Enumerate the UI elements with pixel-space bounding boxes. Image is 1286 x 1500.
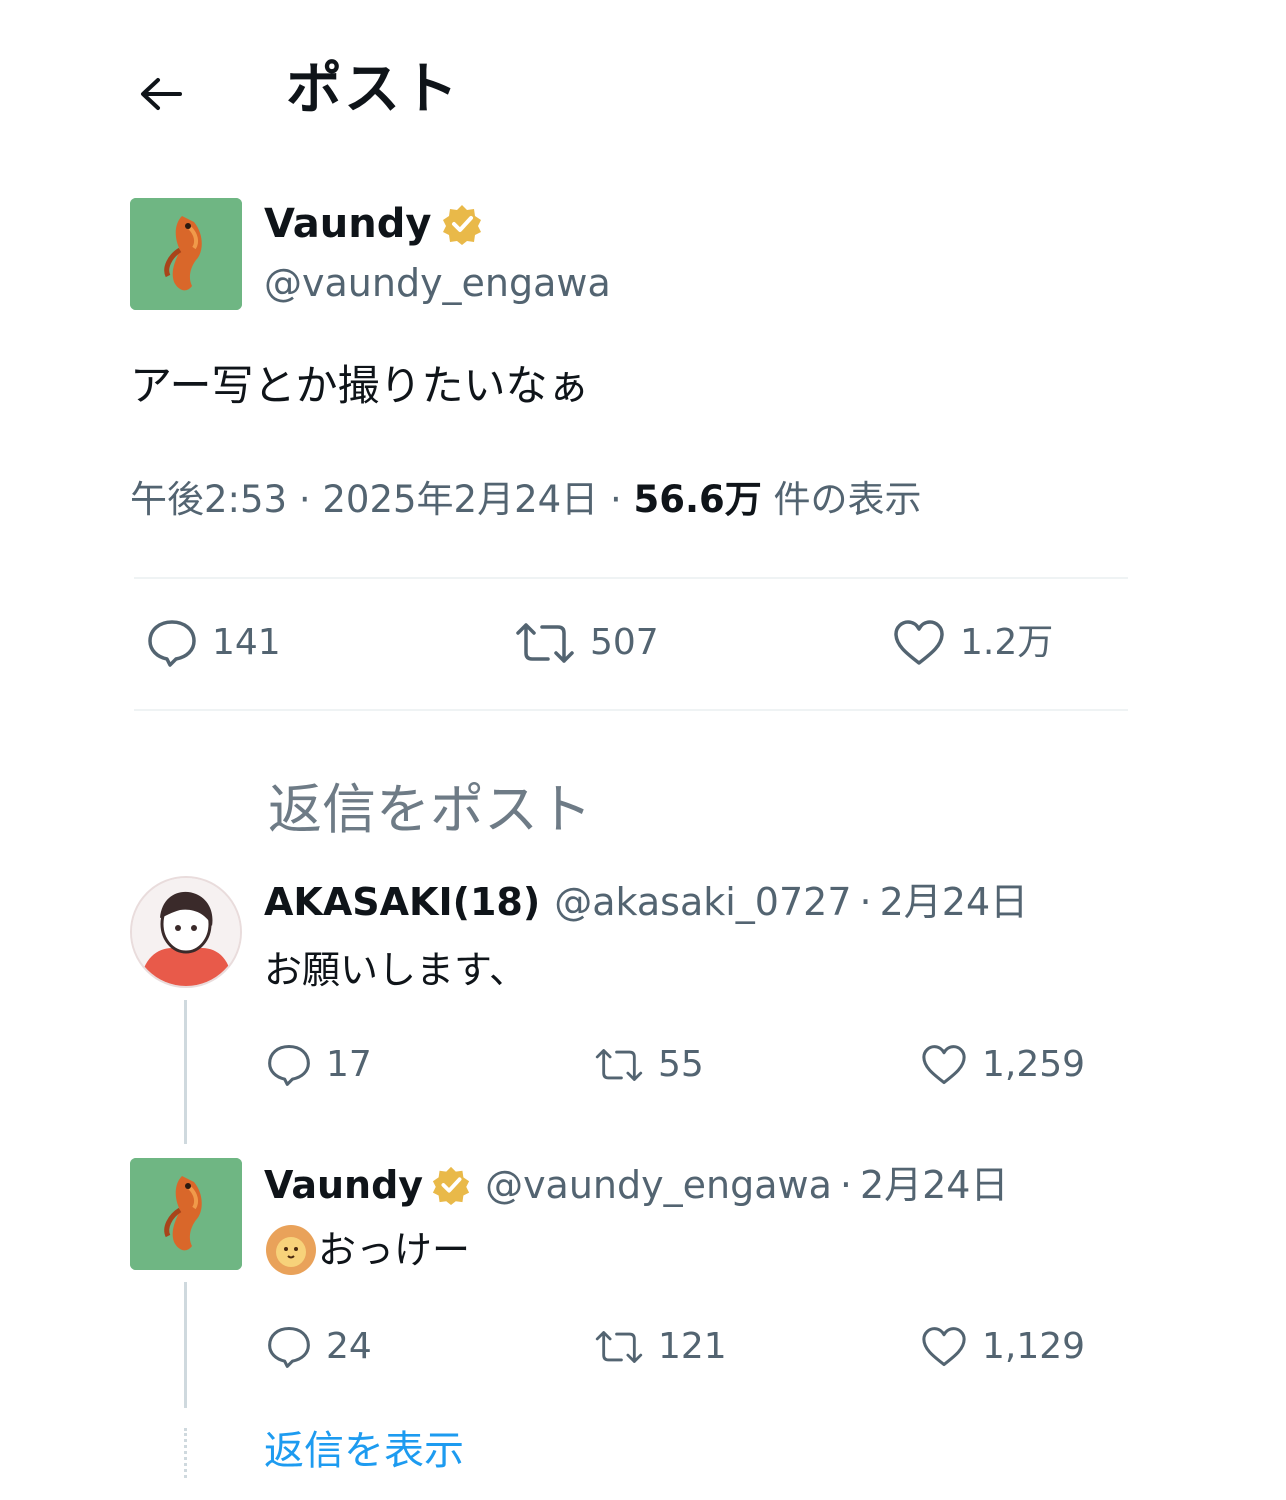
- repost-icon: [595, 1331, 643, 1363]
- divider: [134, 577, 1128, 579]
- repost-button[interactable]: 121: [594, 1322, 727, 1372]
- thread-dots: [184, 1428, 187, 1478]
- reply-avatar[interactable]: [130, 876, 242, 988]
- heart-icon: [922, 1045, 966, 1085]
- post-time[interactable]: 午後2:53: [130, 478, 287, 521]
- reply-author-name[interactable]: AKASAKI(18): [264, 874, 540, 930]
- post-date[interactable]: 2025年2月24日: [322, 478, 598, 521]
- reply-count: 141: [212, 622, 281, 663]
- views-count[interactable]: 56.6万: [633, 478, 761, 521]
- reply-header: AKASAKI(18) @akasaki_0727 · 2月24日: [264, 874, 1028, 930]
- back-button[interactable]: [128, 62, 192, 126]
- reply-text-content: お願いします、: [264, 948, 527, 992]
- show-replies-link[interactable]: 返信を表示: [264, 1422, 464, 1480]
- reply-text-content: おっけー: [318, 1228, 471, 1272]
- like-count: 1.2万: [960, 622, 1054, 663]
- repost-count: 121: [658, 1326, 727, 1367]
- goldfish-avatar-icon: [130, 198, 242, 310]
- meta-separator: ·: [859, 880, 872, 924]
- verified-badge-icon: [443, 205, 482, 245]
- like-button[interactable]: 1.2万: [892, 618, 1053, 668]
- person-avatar-icon: [132, 878, 240, 986]
- reply-button[interactable]: 17: [266, 1040, 372, 1090]
- author-name: Vaundy: [264, 201, 432, 247]
- author-avatar[interactable]: [130, 198, 242, 310]
- like-button[interactable]: 1,129: [920, 1322, 1085, 1372]
- meta-separator: ·: [298, 478, 323, 521]
- reply-count: 24: [326, 1326, 372, 1367]
- meta-separator: ·: [839, 1163, 852, 1207]
- meta-separator: ·: [609, 478, 634, 521]
- reply-author-handle[interactable]: @vaundy_engawa: [485, 1157, 832, 1213]
- repost-icon: [595, 1049, 643, 1081]
- page-title: ポスト: [286, 57, 460, 122]
- thread-line: [184, 1282, 187, 1408]
- views-label: 件の表示: [773, 478, 922, 521]
- repost-count: 55: [658, 1044, 704, 1085]
- like-button[interactable]: 1,259: [920, 1040, 1085, 1090]
- like-count: 1,129: [982, 1326, 1086, 1367]
- divider: [134, 709, 1128, 711]
- reply-date[interactable]: 2月24日: [880, 874, 1029, 930]
- reply-header: Vaundy @vaundy_engawa · 2月24日: [264, 1157, 1008, 1213]
- comment-icon: [268, 1326, 310, 1368]
- repost-button[interactable]: 507: [514, 618, 659, 668]
- lion-emoji-icon: [266, 1225, 316, 1275]
- repost-button[interactable]: 55: [594, 1040, 704, 1090]
- like-count: 1,259: [982, 1044, 1086, 1085]
- reply-avatar[interactable]: [130, 1158, 242, 1270]
- comment-icon: [148, 620, 196, 667]
- repost-icon: [516, 623, 574, 663]
- post-text: アー写とか撮りたいなぁ: [130, 361, 590, 410]
- reply-button[interactable]: 24: [266, 1322, 372, 1372]
- reply-date[interactable]: 2月24日: [860, 1157, 1009, 1213]
- reply-count: 17: [326, 1044, 372, 1085]
- author-name-row[interactable]: Vaundy: [264, 196, 483, 252]
- repost-count: 507: [590, 622, 659, 663]
- heart-icon: [922, 1327, 966, 1367]
- verified-badge-icon: [432, 1166, 470, 1205]
- post-meta: 午後2:53 · 2025年2月24日 · 56.6万 件の表示: [130, 472, 922, 528]
- back-arrow-icon: [141, 78, 182, 110]
- comment-icon: [268, 1044, 310, 1086]
- reply-button[interactable]: 141: [146, 618, 281, 668]
- reply-author-name[interactable]: Vaundy: [264, 1157, 423, 1213]
- author-handle[interactable]: @vaundy_engawa: [264, 256, 611, 310]
- goldfish-avatar-icon: [130, 1158, 242, 1270]
- thread-line: [184, 1000, 187, 1144]
- reply-text: おっけー: [264, 1222, 470, 1278]
- reply-text: お願いします、: [264, 942, 527, 998]
- reply-compose-prompt[interactable]: 返信をポスト: [268, 774, 592, 846]
- heart-icon: [894, 620, 944, 665]
- reply-author-handle[interactable]: @akasaki_0727: [554, 874, 851, 930]
